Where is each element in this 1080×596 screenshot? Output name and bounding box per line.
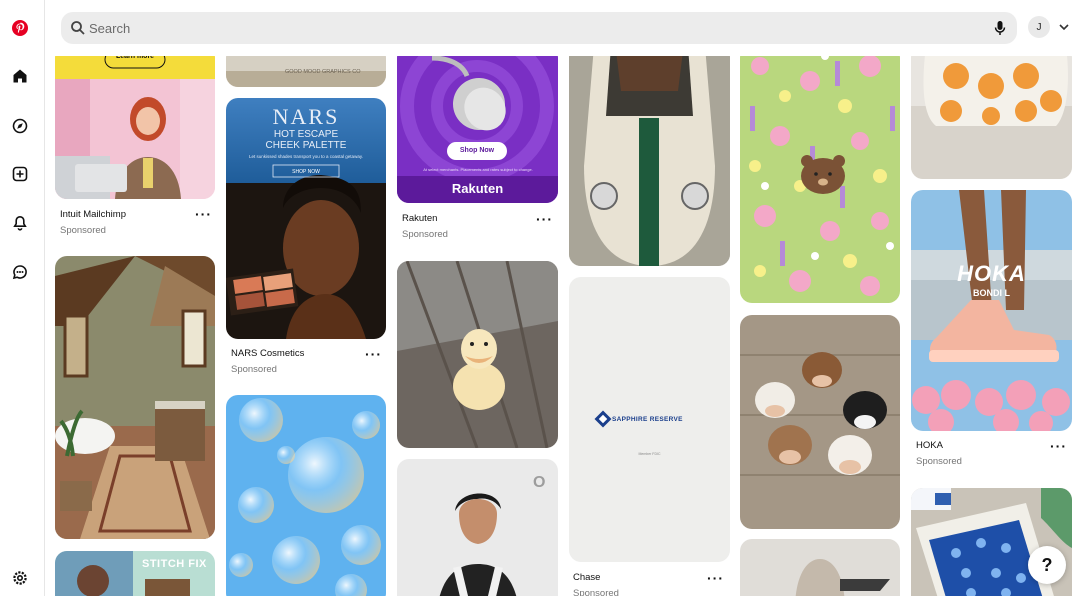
pin-title[interactable]: Intuit Mailchimp [60, 209, 126, 220]
microphone-icon[interactable] [991, 19, 1009, 37]
create-pin-icon[interactable] [10, 164, 30, 184]
user-avatar[interactable]: J [1028, 16, 1050, 38]
chevron-down-icon[interactable] [1058, 21, 1070, 33]
pin-title[interactable]: HOKA [916, 440, 962, 451]
rakuten-shop-now-button[interactable]: Shop Now [447, 147, 507, 154]
pin-bubbles-image[interactable] [226, 395, 386, 596]
hoka-model-name: BONDI L [973, 288, 1010, 298]
pin-mailchimp-image[interactable] [55, 56, 215, 199]
home-icon[interactable] [10, 66, 30, 86]
pinterest-logo-icon[interactable] [10, 18, 30, 38]
pin-duck-image[interactable] [397, 261, 558, 448]
messages-chat-icon[interactable] [10, 262, 30, 282]
search-input[interactable] [89, 12, 969, 44]
stitchfix-logo: STITCH FIX [142, 558, 207, 570]
nars-logo: NARS [272, 104, 340, 129]
pin-meta: Intuit Mailchimp Sponsored [60, 209, 126, 236]
mailchimp-cta[interactable]: Learn more [105, 56, 165, 65]
pin-meta: HOKA Sponsored [916, 440, 962, 467]
more-options-icon[interactable]: ··· [195, 207, 213, 221]
nars-shop-now-button[interactable]: SHOP NOW [273, 166, 339, 178]
on-logo-icon: O [533, 474, 545, 491]
pin-orange-shoes-image[interactable] [911, 56, 1072, 179]
pin-feed: Learn more Intuit Mailchimp Sponsored ··… [45, 56, 1080, 596]
pin-porsche-image[interactable] [569, 56, 730, 266]
pin-title[interactable]: NARS Cosmetics [231, 348, 304, 359]
nars-headline: HOT ESCAPE CHEEK PALETTE [265, 129, 347, 151]
nars-body-text: Let sunkissed shades transport you to a … [249, 154, 363, 159]
top-bar: J [45, 0, 1080, 56]
pin-sponsored-label: Sponsored [60, 225, 106, 236]
pin-meta: NARS Cosmetics Sponsored [231, 348, 304, 375]
pin-clay-cows-image[interactable] [740, 315, 900, 529]
search-bar[interactable] [61, 12, 1017, 44]
left-nav [0, 0, 45, 596]
pin-floral-illustration-image[interactable] [740, 56, 900, 303]
more-options-icon[interactable]: ··· [536, 212, 554, 226]
pin-on-running-image[interactable]: O [397, 459, 558, 596]
chase-sapphire-logo: SAPPHIRE RESERVE [612, 416, 683, 423]
pin-sponsored-label: Sponsored [402, 229, 448, 240]
search-icon [71, 21, 85, 35]
explore-compass-icon[interactable] [10, 116, 30, 136]
pin-bathroom-image[interactable] [55, 256, 215, 539]
settings-gear-icon[interactable] [10, 568, 30, 588]
more-options-icon[interactable]: ··· [1050, 439, 1068, 453]
pin-hoka-image[interactable] [911, 190, 1072, 431]
hoka-logo: HOKA [957, 261, 1026, 286]
stationery-brand-text: GOOD MOOD GRAPHICS CO [285, 69, 361, 75]
pin-sponsored-label: Sponsored [573, 588, 619, 596]
pin-meta: Rakuten Sponsored [402, 213, 448, 240]
more-options-icon[interactable]: ··· [707, 571, 725, 585]
pin-sponsored-label: Sponsored [916, 456, 962, 467]
pin-title[interactable]: Chase [573, 572, 619, 583]
rakuten-fineprint: At select merchants. Placements and rate… [423, 167, 533, 172]
pin-sponsored-label: Sponsored [231, 364, 277, 375]
more-options-icon[interactable]: ··· [365, 347, 383, 361]
notifications-bell-icon[interactable] [10, 213, 30, 233]
pin-title[interactable]: Rakuten [402, 213, 448, 224]
pin-meta: Chase Sponsored [573, 572, 619, 596]
pin-headscarf-image[interactable] [740, 539, 900, 596]
help-button[interactable]: ? [1028, 546, 1066, 584]
rakuten-logo: Rakuten [451, 181, 504, 196]
chase-fineprint: Member FDIC [638, 452, 661, 456]
